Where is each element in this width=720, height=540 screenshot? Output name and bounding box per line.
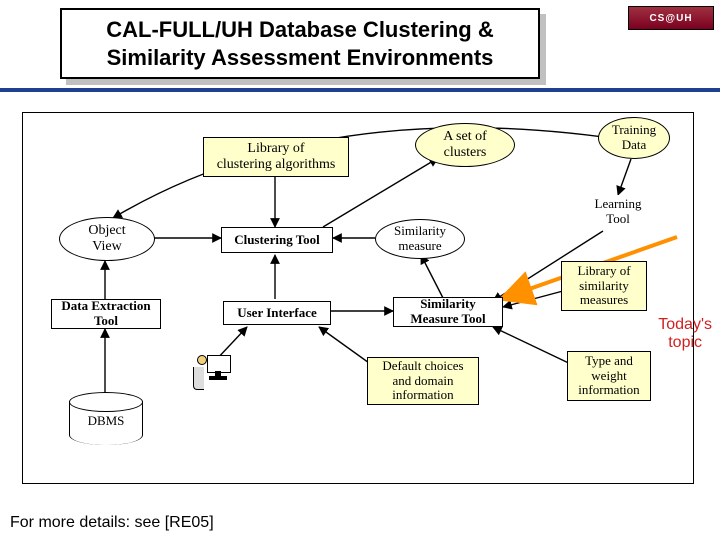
node-similarity-measure: Similarity measure bbox=[375, 219, 465, 259]
footer-note: For more details: see [RE05] bbox=[10, 514, 214, 532]
sim-measure-l1: Similarity bbox=[394, 224, 446, 239]
header-rule bbox=[0, 88, 720, 92]
lib-sim-l1: Library of bbox=[577, 264, 630, 279]
user-interface-label: User Interface bbox=[237, 306, 317, 321]
title-line1: CAL-FULL/UH Database Clustering & bbox=[80, 16, 520, 44]
object-view-l1: Object bbox=[88, 223, 125, 239]
learning-l1: Learning bbox=[595, 197, 642, 212]
clustering-tool-label: Clustering Tool bbox=[234, 233, 320, 248]
node-type-weight-info: Type and weight information bbox=[567, 351, 651, 401]
node-dbms: DBMS bbox=[69, 401, 143, 445]
sim-measure-tool-l2: Measure Tool bbox=[410, 312, 485, 327]
data-extraction-l2: Tool bbox=[61, 314, 150, 329]
default-l2: and domain bbox=[382, 374, 463, 389]
dbms-label: DBMS bbox=[70, 413, 142, 429]
node-set-of-clusters: A set of clusters bbox=[415, 123, 515, 167]
user-at-computer-icon bbox=[191, 349, 235, 393]
lib-sim-l2: similarity bbox=[577, 279, 630, 294]
todays-l1: Today's bbox=[658, 316, 712, 334]
brand-logo: CS@UH bbox=[628, 6, 714, 30]
object-view-l2: View bbox=[88, 239, 125, 255]
lib-cluster-l1: Library of bbox=[217, 141, 336, 157]
node-library-similarity-measures: Library of similarity measures bbox=[561, 261, 647, 311]
node-library-clustering-algorithms: Library of clustering algorithms bbox=[203, 137, 349, 177]
node-training-data: Training Data bbox=[598, 117, 670, 159]
node-data-extraction-tool: Data Extraction Tool bbox=[51, 299, 161, 329]
default-l1: Default choices bbox=[382, 359, 463, 374]
node-similarity-measure-tool: Similarity Measure Tool bbox=[393, 297, 503, 327]
node-user-interface: User Interface bbox=[223, 301, 331, 325]
todays-topic-callout: Today's topic bbox=[658, 316, 712, 353]
page-title: CAL-FULL/UH Database Clustering & Simila… bbox=[60, 8, 540, 79]
brand-logo-text: CS@UH bbox=[649, 13, 692, 24]
set-clusters-l2: clusters bbox=[443, 145, 487, 161]
footer-text: For more details: see [RE05] bbox=[10, 514, 214, 531]
type-weight-l2: weight bbox=[578, 369, 639, 384]
learning-l2: Tool bbox=[595, 212, 642, 227]
node-learning-tool: Learning Tool bbox=[581, 195, 655, 229]
training-l1: Training bbox=[612, 123, 656, 138]
sim-measure-tool-l1: Similarity bbox=[410, 297, 485, 312]
diagram-frame: Library of clustering algorithms A set o… bbox=[22, 112, 694, 484]
type-weight-l1: Type and bbox=[578, 354, 639, 369]
title-block: CAL-FULL/UH Database Clustering & Simila… bbox=[60, 8, 540, 79]
set-clusters-l1: A set of bbox=[443, 129, 487, 145]
type-weight-l3: information bbox=[578, 383, 639, 398]
node-object-view: Object View bbox=[59, 217, 155, 261]
lib-sim-l3: measures bbox=[577, 293, 630, 308]
default-l3: information bbox=[382, 388, 463, 403]
node-clustering-tool: Clustering Tool bbox=[221, 227, 333, 253]
data-extraction-l1: Data Extraction bbox=[61, 299, 150, 314]
title-line2: Similarity Assessment Environments bbox=[80, 44, 520, 72]
training-l2: Data bbox=[612, 138, 656, 153]
node-default-domain-info: Default choices and domain information bbox=[367, 357, 479, 405]
todays-l2: topic bbox=[658, 334, 712, 352]
lib-cluster-l2: clustering algorithms bbox=[217, 157, 336, 173]
sim-measure-l2: measure bbox=[394, 239, 446, 254]
